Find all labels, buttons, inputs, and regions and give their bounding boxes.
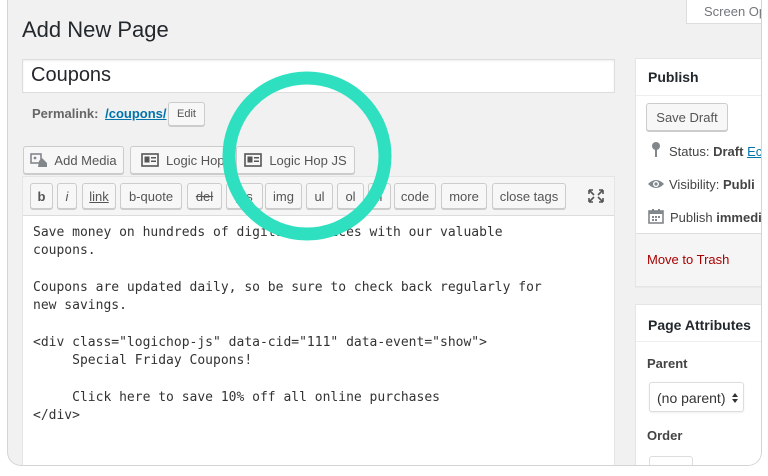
fullscreen-icon[interactable] bbox=[587, 188, 605, 204]
order-input[interactable] bbox=[649, 456, 693, 465]
qt-more-label: more bbox=[449, 188, 479, 204]
qt-code-button[interactable]: code bbox=[394, 183, 436, 209]
qt-bold-button[interactable]: b bbox=[30, 183, 53, 209]
order-label: Order bbox=[647, 428, 683, 443]
visibility-label: Visibility: bbox=[669, 177, 720, 192]
permalink-row: Permalink: /coupons/ bbox=[32, 106, 167, 121]
qt-bquote-label: b-quote bbox=[128, 188, 174, 204]
parent-label: Parent bbox=[647, 356, 688, 371]
publish-time-row: Publish immedi bbox=[670, 210, 762, 225]
save-draft-label: Save Draft bbox=[656, 109, 718, 125]
logic-hop-button[interactable]: Logic Hop bbox=[130, 146, 229, 174]
qt-more-button[interactable]: more bbox=[441, 183, 487, 209]
qt-italic-button[interactable]: i bbox=[57, 183, 77, 209]
editor-textarea[interactable]: Save money on hundreds of digital servic… bbox=[33, 224, 542, 425]
status-row: Status: Draft Ec bbox=[669, 144, 761, 159]
pin-icon bbox=[652, 142, 660, 157]
status-label: Status: bbox=[669, 144, 710, 159]
status-value: Draft bbox=[713, 144, 744, 159]
editor-line: Coupons are updated daily, so be sure to… bbox=[33, 279, 542, 295]
publish-time-value: immedi bbox=[716, 210, 762, 225]
qt-link-button[interactable]: link bbox=[82, 183, 116, 209]
editor-line: Special Friday Coupons! bbox=[33, 353, 253, 369]
logic-hop-label: Logic Hop bbox=[166, 152, 225, 168]
add-media-label: Add Media bbox=[54, 152, 117, 168]
qt-del-button[interactable]: del bbox=[187, 183, 222, 209]
status-edit-link[interactable]: Ec bbox=[747, 144, 761, 159]
editor-line: new savings. bbox=[33, 298, 127, 314]
qt-link-label: link bbox=[89, 188, 109, 204]
qt-italic-label: i bbox=[65, 188, 69, 204]
qt-del-label: del bbox=[195, 188, 214, 204]
logic-hop-icon bbox=[141, 153, 159, 167]
move-to-trash-link[interactable]: Move to Trash bbox=[647, 252, 729, 267]
visibility-value: Publi bbox=[722, 177, 755, 192]
wp-admin-frame: Screen Op Add New Page Coupons Permalink… bbox=[7, 0, 762, 466]
page-title: Add New Page bbox=[22, 17, 169, 42]
editor-line: coupons. bbox=[33, 243, 96, 259]
publish-box-title: Publish bbox=[648, 69, 699, 85]
add-media-button[interactable]: Add Media bbox=[23, 146, 124, 174]
title-input-value: Coupons bbox=[31, 64, 112, 86]
parent-select-value: (no parent) bbox=[657, 390, 726, 406]
select-arrows-icon bbox=[732, 393, 738, 403]
screen-options-label: Screen Op bbox=[704, 4, 762, 19]
save-draft-button[interactable]: Save Draft bbox=[646, 103, 728, 131]
parent-select[interactable]: (no parent) bbox=[649, 382, 744, 412]
permalink-label: Permalink: bbox=[32, 106, 99, 121]
editor-line: </div> bbox=[33, 407, 80, 423]
publish-time-label: Publish bbox=[670, 210, 713, 225]
screen-options-tab[interactable]: Screen Op bbox=[686, 0, 762, 24]
permalink-edit-button[interactable]: Edit bbox=[168, 102, 205, 126]
editor-line: <div class="logichop-js" data-cid="111" … bbox=[33, 334, 487, 350]
editor-line: Click here to save 10% off all online pu… bbox=[33, 389, 440, 405]
permalink-slug-link[interactable]: /coupons/ bbox=[105, 106, 166, 121]
eye-icon bbox=[648, 180, 664, 188]
qt-code-label: code bbox=[400, 188, 430, 204]
add-media-icon bbox=[30, 153, 48, 167]
highlight-ring bbox=[222, 71, 392, 241]
calendar-icon bbox=[648, 209, 664, 224]
page-attributes-title: Page Attributes bbox=[648, 317, 751, 333]
visibility-row: Visibility: Publi bbox=[669, 177, 755, 192]
permalink-edit-label: Edit bbox=[177, 108, 196, 120]
qt-close-tags-button[interactable]: close tags bbox=[492, 183, 566, 209]
qt-bquote-button[interactable]: b-quote bbox=[120, 183, 182, 209]
qt-bold-label: b bbox=[37, 188, 46, 204]
qt-close-tags-label: close tags bbox=[499, 188, 559, 204]
